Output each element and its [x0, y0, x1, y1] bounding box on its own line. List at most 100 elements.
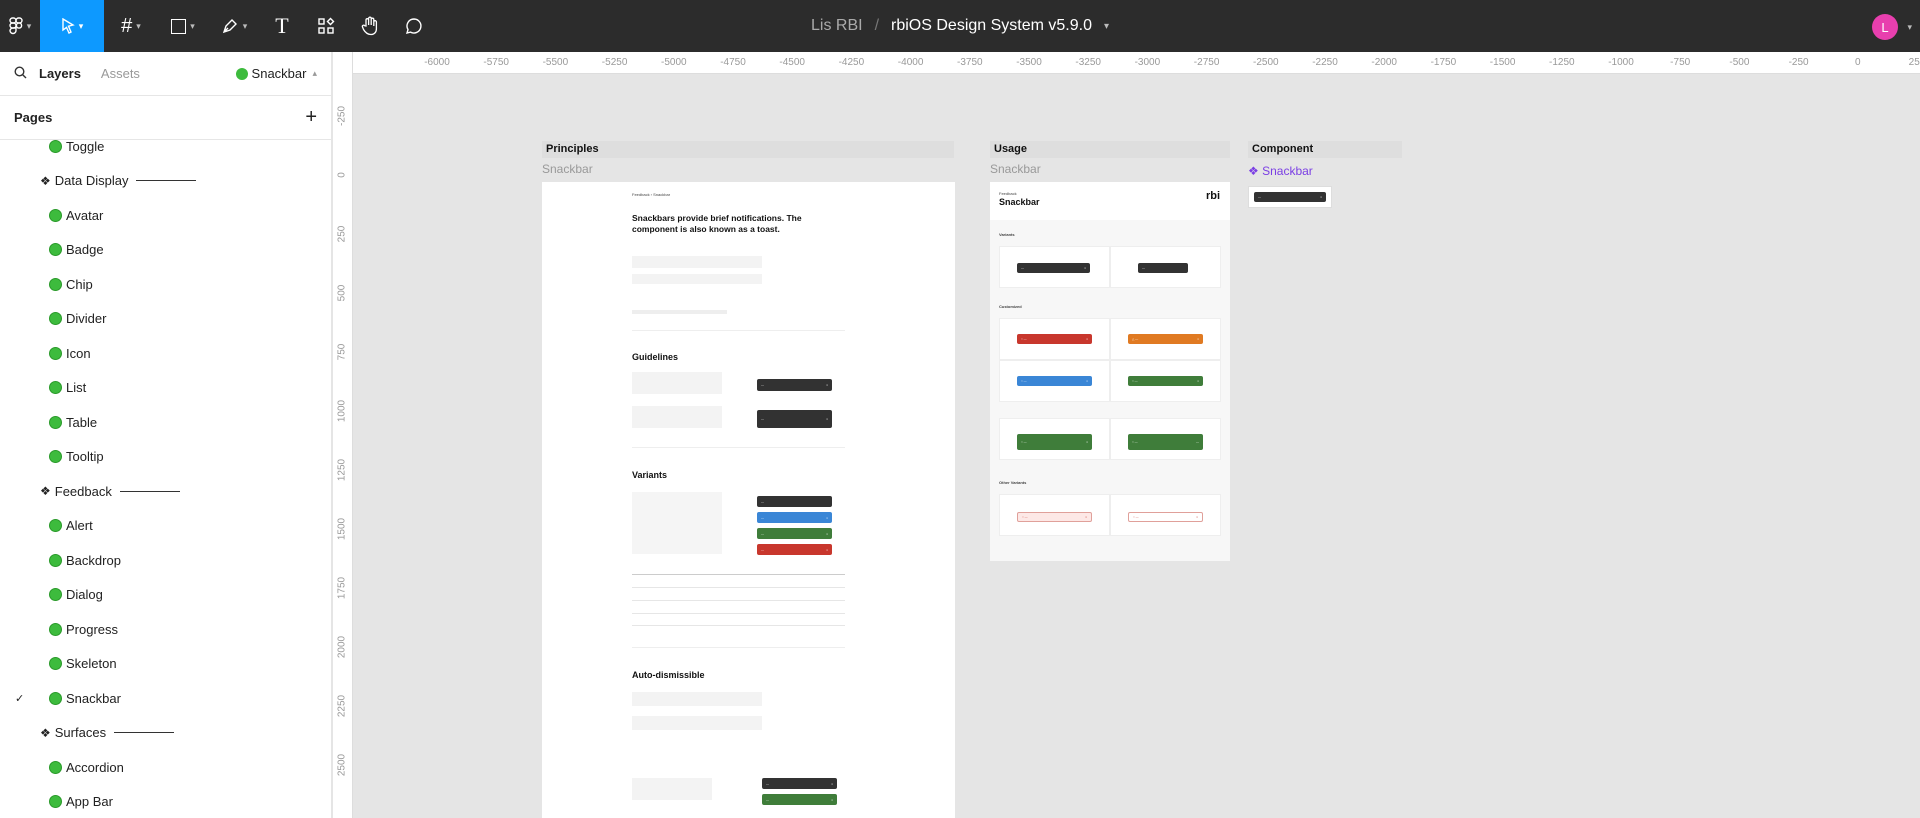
tab-layers[interactable]: Layers	[39, 66, 81, 81]
snackbar-info: ○ — ×	[1017, 376, 1092, 386]
sidebar-item-label: Snackbar	[66, 690, 121, 706]
sidebar-item-accordion[interactable]: Accordion	[0, 750, 331, 784]
rectangle-icon	[171, 18, 187, 34]
green-circle-icon	[49, 312, 62, 325]
principles-frame[interactable]: Feedback › Snackbar Snackbars provide br…	[542, 182, 955, 818]
sidebar-section-data-display[interactable]: ❖ Data Display	[0, 164, 331, 198]
snackbar-component[interactable]: — ×	[1254, 192, 1326, 202]
component-frame[interactable]: — ×	[1248, 186, 1332, 208]
pen-tool-button[interactable]: ▾	[208, 0, 260, 52]
current-page-selector[interactable]: Snackbar ▴	[235, 66, 317, 81]
chevron-up-icon: ▴	[312, 68, 317, 78]
main-menu-button[interactable]: ▾	[0, 0, 40, 52]
chevron-down-icon[interactable]: ▾	[1104, 21, 1109, 32]
green-circle-icon	[49, 139, 62, 153]
usage-eyebrow: Feedback	[999, 191, 1017, 196]
ruler-tick-label: 250	[336, 225, 348, 243]
snackbar-dark: — ×	[762, 778, 837, 789]
sidebar-section-surfaces[interactable]: ❖ Surfaces	[0, 716, 331, 750]
ruler-tick-label: -1750	[1430, 57, 1457, 68]
ruler-tick-label: 0	[1855, 57, 1861, 68]
sidebar-item-table[interactable]: Table	[0, 405, 331, 439]
text-icon: T	[275, 13, 289, 38]
panel-tabs: Layers Assets Snackbar ▴	[0, 52, 331, 96]
frame-label-principles[interactable]: Snackbar	[542, 162, 593, 176]
sidebar-item-label: Icon	[66, 345, 91, 361]
avatar[interactable]: L	[1872, 14, 1898, 40]
pages-heading: Pages	[14, 110, 53, 125]
ruler-tick-label: -500	[1729, 57, 1750, 68]
frame-tool-button[interactable]: # ▾	[104, 0, 158, 52]
green-circle-icon	[49, 450, 62, 463]
sidebar-item-label: Dialog	[66, 587, 103, 602]
snackbar-error: — ×	[757, 544, 832, 555]
sidebar-item-app-bar[interactable]: App Bar	[0, 785, 331, 818]
sidebar-item-backdrop[interactable]: Backdrop	[0, 543, 331, 577]
move-tool-button[interactable]: ▾	[40, 0, 104, 52]
green-circle-icon	[235, 67, 248, 80]
section-usage[interactable]: Usage	[990, 141, 1230, 158]
green-circle-icon	[49, 519, 62, 532]
project-name[interactable]: Lis RBI	[811, 17, 863, 35]
pointer-icon	[62, 18, 75, 34]
section-component[interactable]: Component	[1248, 141, 1402, 158]
snackbar-success: — ×	[762, 794, 837, 805]
frame-label-component[interactable]: ❖ Snackbar	[1248, 164, 1313, 178]
sidebar-item-label: Chip	[66, 276, 93, 292]
vertical-ruler: -250 0 250 500 750 1000 1250 1500 1750 2000 2250 25…	[333, 52, 353, 818]
ruler-tick-label: -1500	[1489, 57, 1516, 68]
sidebar-item-alert[interactable]: Alert	[0, 509, 331, 543]
green-circle-icon	[49, 277, 62, 291]
sidebar-item-toggle[interactable]: Toggle	[0, 129, 331, 163]
ruler-tick-label: -4250	[838, 57, 865, 68]
sidebar-item-snackbar[interactable]: ✓ Snackbar	[0, 681, 331, 715]
chevron-down-icon[interactable]: ▾	[1907, 22, 1912, 33]
shape-tool-button[interactable]: ▾	[158, 0, 208, 52]
current-page-label: Snackbar	[251, 66, 307, 81]
green-circle-icon	[49, 415, 62, 429]
sidebar-item-chip[interactable]: Chip	[0, 267, 331, 301]
sidebar-item-tooltip[interactable]: Tooltip	[0, 440, 331, 474]
sidebar-item-icon[interactable]: Icon	[0, 336, 331, 370]
component-icon: ❖	[40, 725, 51, 740]
tab-assets[interactable]: Assets	[101, 66, 140, 81]
sidebar-item-list[interactable]: List	[0, 371, 331, 405]
divider	[136, 180, 197, 181]
usage-frame[interactable]: Feedback Snackbar rbi Variants — × — Cust…	[990, 182, 1230, 561]
component-icon: ❖	[1248, 164, 1263, 178]
ruler-tick-label: 1750	[336, 576, 348, 600]
ruler-tick-label: -5750	[483, 57, 509, 68]
sidebar-item-skeleton[interactable]: Skeleton	[0, 647, 331, 681]
file-name[interactable]: rbiOS Design System v5.9.0	[891, 17, 1092, 35]
text-tool-button[interactable]: T	[260, 0, 304, 52]
snackbar-success: — ×	[757, 528, 832, 539]
sidebar-item-dialog[interactable]: Dialog	[0, 578, 331, 612]
add-page-icon[interactable]: +	[305, 106, 317, 129]
ruler-tick-label: 0	[336, 172, 348, 178]
doc-breadcrumb: Feedback › Snackbar	[632, 192, 671, 197]
sidebar-item-divider[interactable]: Divider	[0, 302, 331, 336]
canvas[interactable]: -6000 -5750 -5500 -5250 -5000 -4750 -4500 -4250…	[333, 52, 1920, 818]
comment-tool-button[interactable]	[392, 0, 436, 52]
ruler-tick-label: -3250	[1075, 57, 1101, 68]
ruler-tick-label: -250	[1788, 57, 1809, 68]
sidebar-section-feedback[interactable]: ❖ Feedback	[0, 474, 331, 508]
search-icon[interactable]	[14, 65, 27, 82]
snackbar-success-action: ○ — —	[1128, 434, 1203, 450]
hand-tool-button[interactable]	[348, 0, 392, 52]
frame-label-usage[interactable]: Snackbar	[990, 162, 1041, 176]
rbi-logo: rbi	[1206, 190, 1221, 202]
sidebar-item-avatar[interactable]: Avatar	[0, 198, 331, 232]
sidebar-item-badge[interactable]: Badge	[0, 233, 331, 267]
sidebar-item-label: Backdrop	[66, 552, 121, 568]
ruler-tick-label: -1000	[1608, 57, 1634, 68]
divider	[119, 490, 180, 492]
sidebar-item-label: Surfaces	[54, 725, 107, 740]
resources-tool-button[interactable]	[304, 0, 348, 52]
figma-logo-icon	[9, 17, 23, 35]
ruler-tick-label: -5250	[601, 57, 628, 68]
chevron-down-icon: ▾	[26, 20, 32, 31]
section-principles[interactable]: Principles	[542, 141, 954, 158]
sidebar-item-progress[interactable]: Progress	[0, 612, 331, 646]
green-circle-icon	[49, 381, 62, 394]
